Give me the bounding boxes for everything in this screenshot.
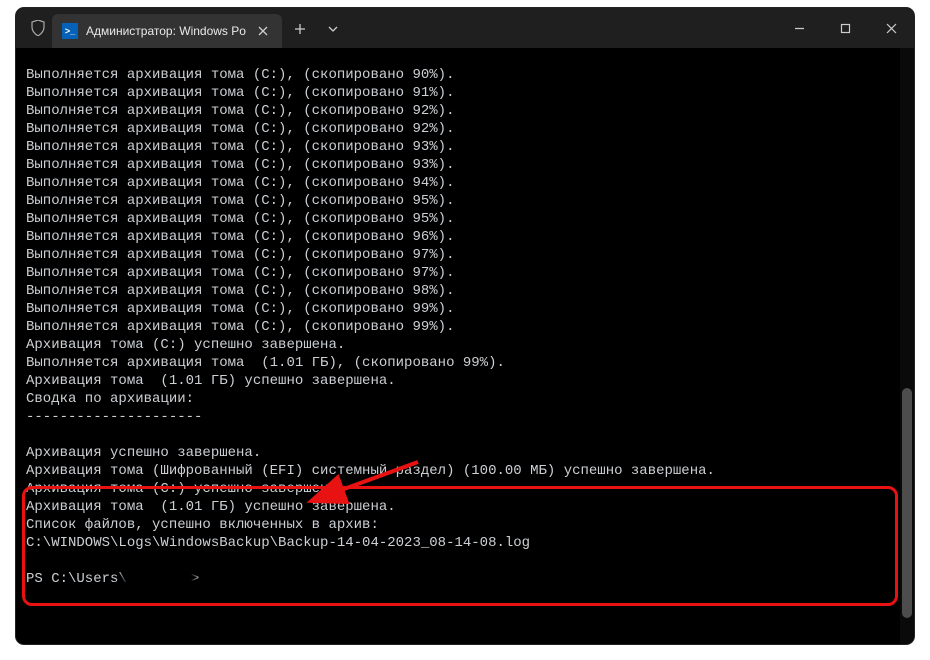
titlebar: >_ Администратор: Windows Po (16, 8, 914, 48)
tab-dropdown-button[interactable] (318, 10, 348, 48)
terminal-output[interactable]: Выполняется архивация тома (C:), (скопир… (16, 48, 914, 644)
terminal-window: >_ Администратор: Windows Po Выполняется… (16, 8, 914, 644)
titlebar-drag-area[interactable] (348, 8, 776, 48)
terminal-text: Выполняется архивация тома (C:), (скопир… (26, 67, 715, 551)
prompt-username-redacted (127, 570, 191, 584)
tab-title: Администратор: Windows Po (86, 24, 246, 38)
tab-close-button[interactable] (254, 23, 272, 40)
admin-shield-icon (24, 8, 52, 48)
new-tab-button[interactable] (282, 10, 318, 48)
scrollbar-track[interactable] (900, 48, 914, 644)
prompt-prefix: PS C:\Users\ (26, 571, 127, 587)
prompt-suffix: > (191, 571, 199, 587)
minimize-button[interactable] (776, 8, 822, 48)
maximize-button[interactable] (822, 8, 868, 48)
powershell-icon: >_ (62, 23, 78, 39)
scrollbar-thumb[interactable] (902, 388, 912, 618)
titlebar-left-gap (16, 8, 24, 48)
prompt-line: PS C:\Users\ > (26, 571, 199, 587)
close-button[interactable] (868, 8, 914, 48)
tab-active[interactable]: >_ Администратор: Windows Po (52, 14, 282, 48)
